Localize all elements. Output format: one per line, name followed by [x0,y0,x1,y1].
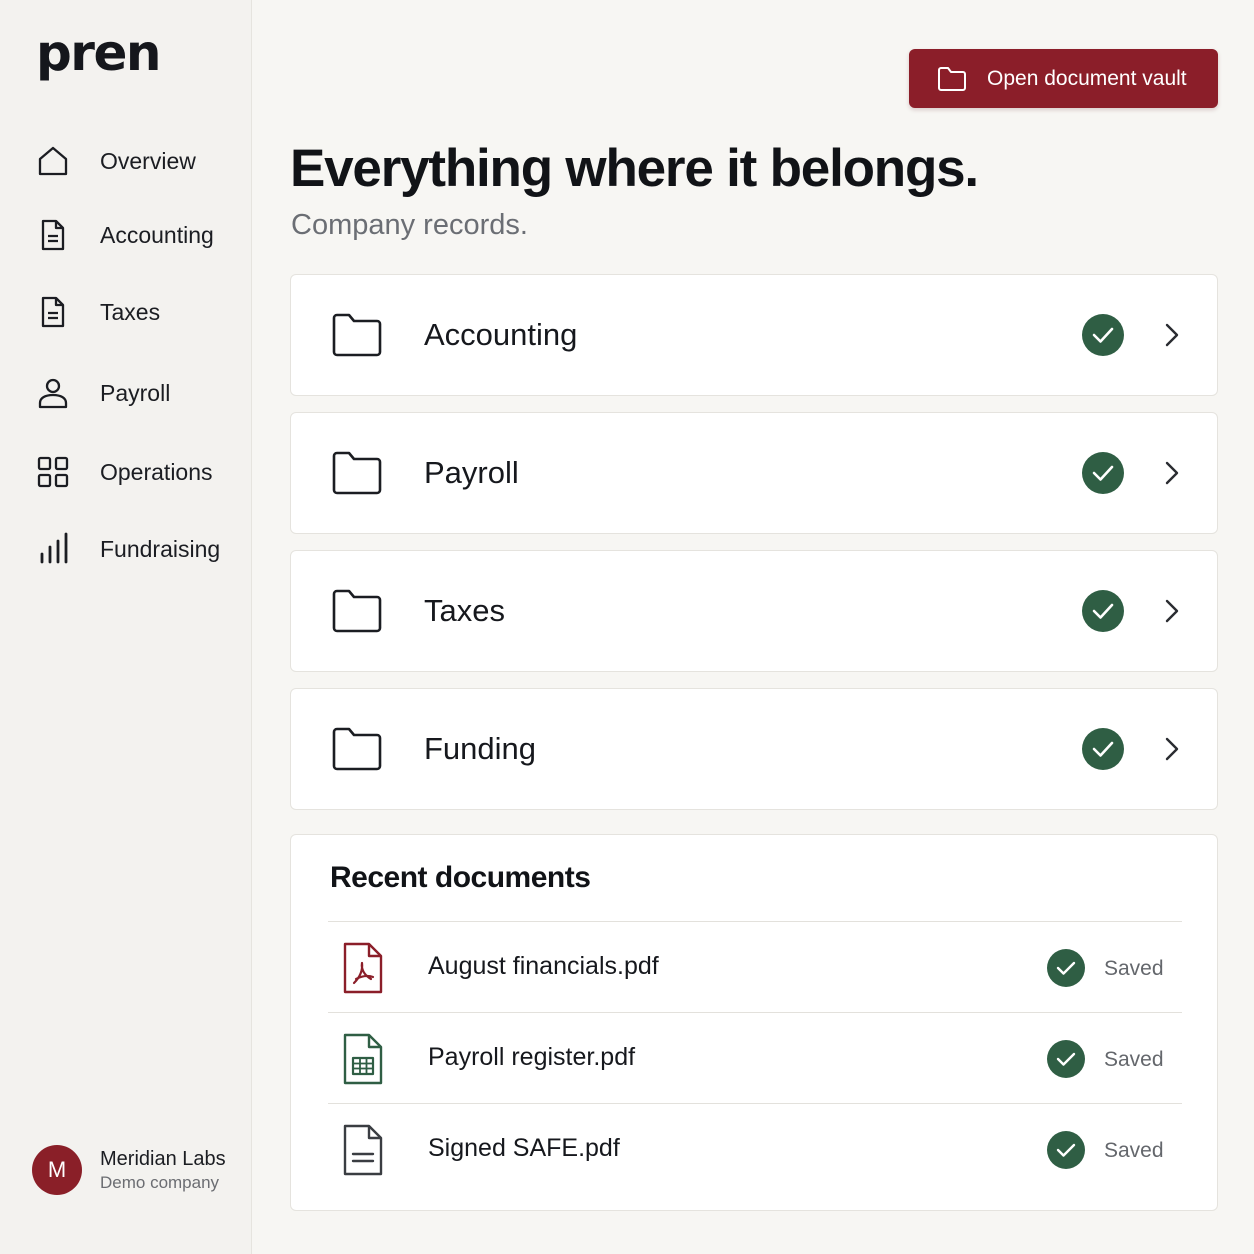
company-name: Meridian Labs [100,1147,226,1170]
chevron-right-icon [1160,598,1184,629]
folder-label: Funding [424,731,537,766]
check-circle-icon [1081,451,1125,500]
folder-card-payroll[interactable]: Payroll [290,412,1218,534]
folder-label: Taxes [424,593,505,628]
document-row[interactable]: August financials.pdf Saved [328,921,1182,1012]
document-icon [36,295,70,329]
pdf-file-icon [340,941,386,1000]
avatar: M [32,1145,82,1195]
document-status: Saved [1104,1139,1164,1162]
page-title: Everything where it belongs. [290,139,979,198]
folder-card-taxes[interactable]: Taxes [290,550,1218,672]
recent-documents-title: Recent documents [330,861,591,894]
chevron-right-icon [1160,322,1184,353]
document-name: August financials.pdf [428,952,659,980]
sidebar-item-overview[interactable]: Overview [0,133,252,189]
company-info: Meridian Labs Demo company [100,1148,226,1193]
brand-logo[interactable]: pren [36,24,161,82]
document-status: Saved [1104,957,1164,980]
sidebar-item-label: Accounting [100,221,214,248]
check-circle-icon [1046,948,1086,993]
spreadsheet-file-icon [340,1032,386,1091]
company-switcher[interactable]: M Meridian Labs Demo company [32,1144,242,1196]
document-row[interactable]: Payroll register.pdf Saved [328,1012,1182,1103]
folder-label: Payroll [424,455,519,490]
chevron-right-icon [1160,736,1184,767]
sidebar-item-accounting[interactable]: Accounting [0,207,252,263]
text-file-icon [340,1123,386,1182]
open-document-vault-button[interactable]: Open document vault [909,49,1218,108]
folder-icon [937,66,967,95]
sidebar-item-label: Taxes [100,298,161,325]
check-circle-icon [1081,727,1125,776]
document-name: Signed SAFE.pdf [428,1134,620,1162]
folder-icon [331,312,383,363]
folder-label: Accounting [424,317,578,352]
document-row[interactable]: Signed SAFE.pdf Saved [328,1103,1182,1194]
sidebar-item-label: Payroll [100,379,171,406]
sidebar-item-label: Overview [100,147,196,174]
document-icon [36,218,70,252]
sidebar-item-taxes[interactable]: Taxes [0,284,252,340]
check-circle-icon [1081,589,1125,638]
folder-icon [331,588,383,639]
bar-chart-icon [36,532,70,566]
check-circle-icon [1081,313,1125,362]
grid-icon [36,455,70,489]
folder-icon [331,450,383,501]
check-circle-icon [1046,1039,1086,1084]
company-subtitle: Demo company [100,1172,220,1192]
sidebar-item-fundraising[interactable]: Fundraising [0,521,252,577]
vault-button-label: Open document vault [987,66,1187,90]
folder-icon [331,726,383,777]
sidebar: pren Overview Accounting Taxes Payroll O… [0,0,252,1254]
page-subtitle: Company records. [291,209,528,241]
folder-card-accounting[interactable]: Accounting [290,274,1218,396]
sidebar-item-operations[interactable]: Operations [0,444,252,500]
sidebar-item-label: Operations [100,458,213,485]
recent-documents-panel: Recent documents August financials.pdf S… [290,834,1218,1211]
folder-card-funding[interactable]: Funding [290,688,1218,810]
document-status: Saved [1104,1048,1164,1071]
sidebar-item-label: Fundraising [100,535,221,562]
home-icon [36,144,70,178]
chevron-right-icon [1160,460,1184,491]
user-icon [36,376,70,410]
check-circle-icon [1046,1130,1086,1175]
sidebar-item-payroll[interactable]: Payroll [0,365,252,421]
document-name: Payroll register.pdf [428,1043,636,1071]
